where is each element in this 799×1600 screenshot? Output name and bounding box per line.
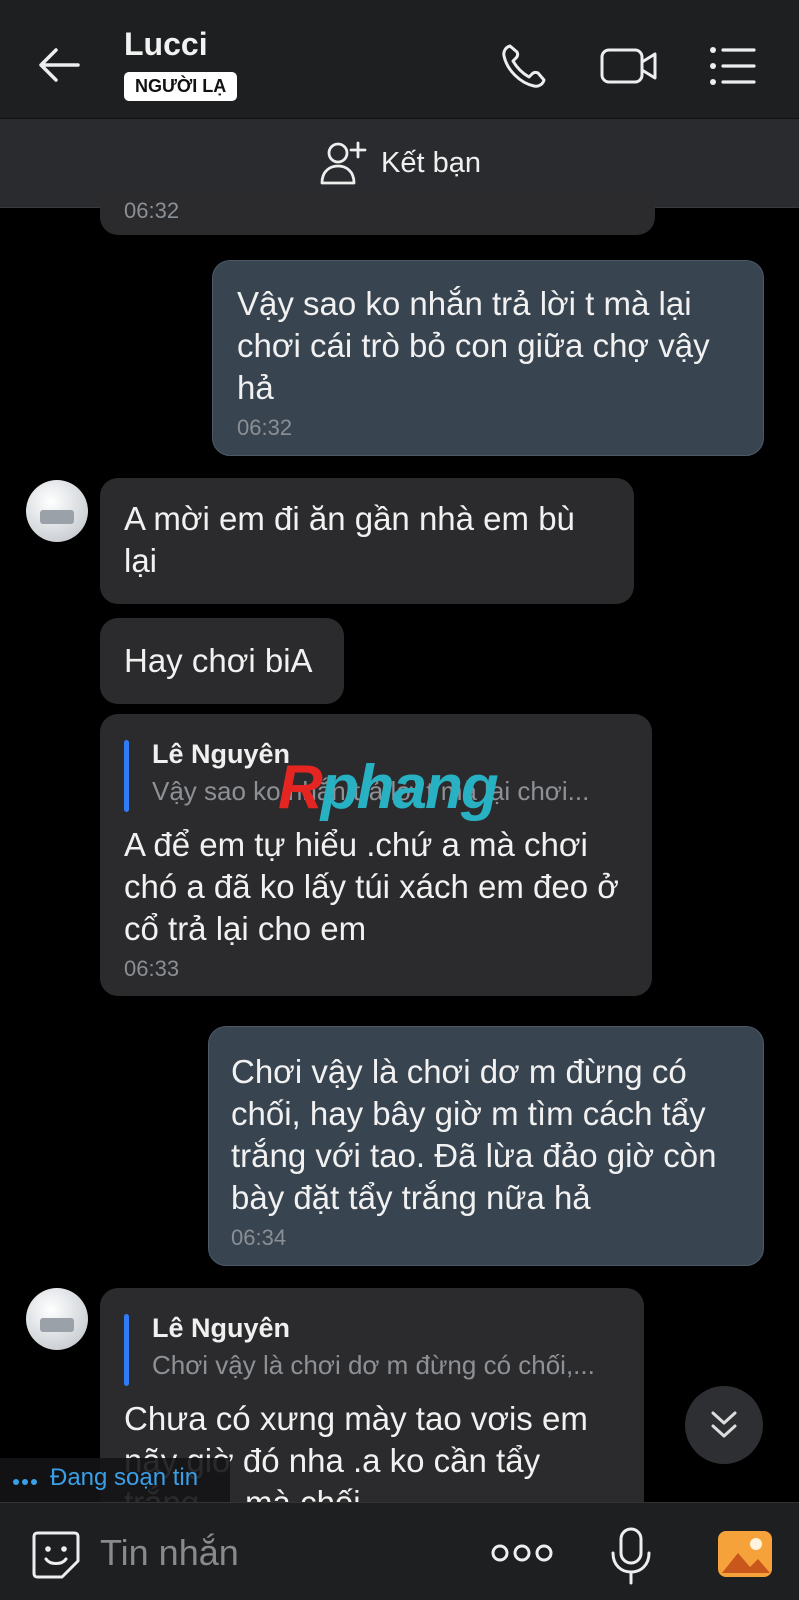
message-bubble-outgoing[interactable]: Chơi vậy là chơi dơ m đừng có chối, hay …: [208, 1026, 764, 1266]
watermark-logo: Rphang: [278, 753, 499, 822]
typing-indicator: Đang soạn tin: [0, 1458, 230, 1502]
quoted-message[interactable]: Lê Nguyên Chơi vậy là chơi dơ m đừng có …: [124, 1310, 620, 1386]
stranger-badge: NGƯỜI LẠ: [124, 72, 238, 101]
phone-call-icon[interactable]: [496, 38, 552, 94]
message-time: 06:33: [124, 956, 180, 981]
scroll-to-bottom-button[interactable]: [685, 1386, 763, 1464]
back-arrow-icon[interactable]: [34, 40, 84, 90]
video-call-icon[interactable]: [598, 38, 660, 94]
typing-dots-icon: [13, 1479, 37, 1485]
menu-list-icon[interactable]: [708, 38, 758, 94]
message-text: Vậy sao ko nhắn trả lời t mà lại chơi cá…: [237, 285, 710, 406]
message-bubble-partial[interactable]: 06:32: [100, 190, 655, 235]
message-text: A để em tự hiểu .chứ a mà chơi chó a đã …: [124, 826, 619, 947]
message-bubble-incoming[interactable]: A mời em đi ăn gần nhà em bù lại: [100, 478, 634, 604]
contact-name[interactable]: Lucci: [124, 26, 208, 63]
microphone-icon[interactable]: [604, 1525, 658, 1587]
message-time: 06:34: [231, 1225, 287, 1250]
avatar[interactable]: [26, 480, 88, 542]
add-friend-label: Kết bạn: [381, 147, 481, 179]
message-text: Hay chơi biA: [124, 642, 313, 679]
message-input[interactable]: [100, 1525, 460, 1581]
sticker-icon[interactable]: [28, 1527, 84, 1583]
quoted-author: Lê Nguyên: [152, 1313, 291, 1343]
double-chevron-down-icon: [711, 1411, 737, 1438]
message-text: A mời em đi ăn gần nhà em bù lại: [124, 500, 575, 579]
message-bubble-incoming[interactable]: Hay chơi biA: [100, 618, 344, 704]
message-composer: [0, 1502, 799, 1600]
chat-header: Lucci NGƯỜI LẠ: [0, 0, 799, 118]
avatar[interactable]: [26, 1288, 88, 1350]
more-options-icon[interactable]: [490, 1533, 554, 1573]
quoted-text: Chơi vậy là chơi dơ m đừng có chối,...: [152, 1350, 595, 1380]
message-time: 06:32: [124, 198, 180, 223]
image-gallery-icon[interactable]: [716, 1529, 774, 1579]
typing-text: Đang soạn tin: [50, 1464, 199, 1491]
message-bubble-outgoing[interactable]: Vậy sao ko nhắn trả lời t mà lại chơi cá…: [212, 260, 764, 456]
message-time: 06:32: [237, 415, 293, 440]
add-friend-icon: [320, 141, 367, 185]
message-text: Chơi vậy là chơi dơ m đừng có chối, hay …: [231, 1053, 717, 1216]
